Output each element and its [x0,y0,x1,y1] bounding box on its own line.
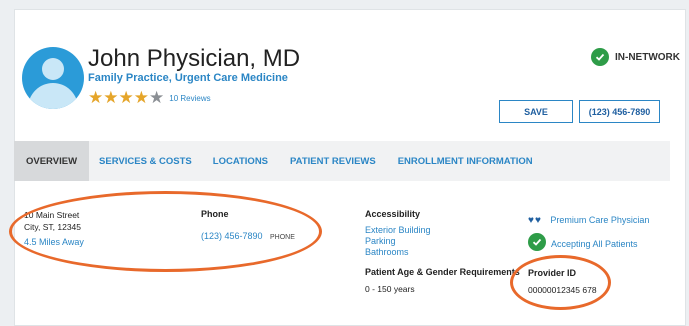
heart-icon: ♥ [528,215,534,226]
requirements-value: 0 - 150 years [365,284,415,294]
star-filled-icon: ★ [103,88,119,107]
tab-locations[interactable]: LOCATIONS [202,141,279,181]
phone-button[interactable]: (123) 456-7890 [579,100,660,123]
heart-icon: ♥ [534,215,541,226]
check-circle-icon [528,233,546,251]
star-filled-icon: ★ [118,88,134,107]
star-empty-icon: ★ [149,88,165,107]
accessibility-exterior-building[interactable]: Exterior Building [365,225,431,235]
tab-patient-reviews[interactable]: PATIENT REVIEWS [279,141,387,181]
premium-care-link[interactable]: Premium Care Physician [550,215,649,225]
reviews-link[interactable]: 10 Reviews [169,94,210,103]
distance-link[interactable]: 4.5 Miles Away [24,237,84,247]
requirements-heading: Patient Age & Gender Requirements [365,267,520,277]
phone-number-link[interactable]: (123) 456-7890 [201,231,263,241]
phone-row: (123) 456-7890 PHONE [201,226,295,244]
address-street: 10 Main Street [24,210,80,220]
provider-specialty: Family Practice, Urgent Care Medicine [88,72,288,84]
address-city: City, ST, 12345 [24,222,82,232]
premium-badge: ♥♥ Premium Care Physician [528,210,649,228]
accepting-patients-link[interactable]: Accepting All Patients [551,239,638,249]
accessibility-heading: Accessibility [365,209,421,219]
accessibility-bathrooms[interactable]: Bathrooms [365,247,409,257]
tab-bar: OVERVIEW SERVICES & COSTS LOCATIONS PATI… [14,141,670,181]
phone-type: PHONE [270,234,295,241]
avatar-body-shape [28,83,78,109]
avatar [22,47,84,109]
tab-enrollment-information[interactable]: ENROLLMENT INFORMATION [387,141,544,181]
check-circle-icon [591,48,609,66]
phone-heading: Phone [201,209,229,219]
provider-id-value: 00000012345 678 [528,285,597,295]
tab-services-costs[interactable]: SERVICES & COSTS [89,141,202,181]
save-button[interactable]: SAVE [499,100,573,123]
star-filled-icon: ★ [133,88,149,107]
network-status: IN-NETWORK [591,48,680,66]
provider-name: John Physician, MD [88,45,301,72]
tab-overview[interactable]: OVERVIEW [14,141,90,181]
network-status-label: IN-NETWORK [615,51,680,63]
star-row: ★★★★★ [88,88,164,108]
avatar-head-shape [42,58,64,80]
provider-id-heading: Provider ID [528,268,577,278]
star-filled-icon: ★ [88,88,104,107]
accessibility-parking[interactable]: Parking [365,236,396,246]
rating-stars: ★★★★★ 10 Reviews [88,88,211,108]
